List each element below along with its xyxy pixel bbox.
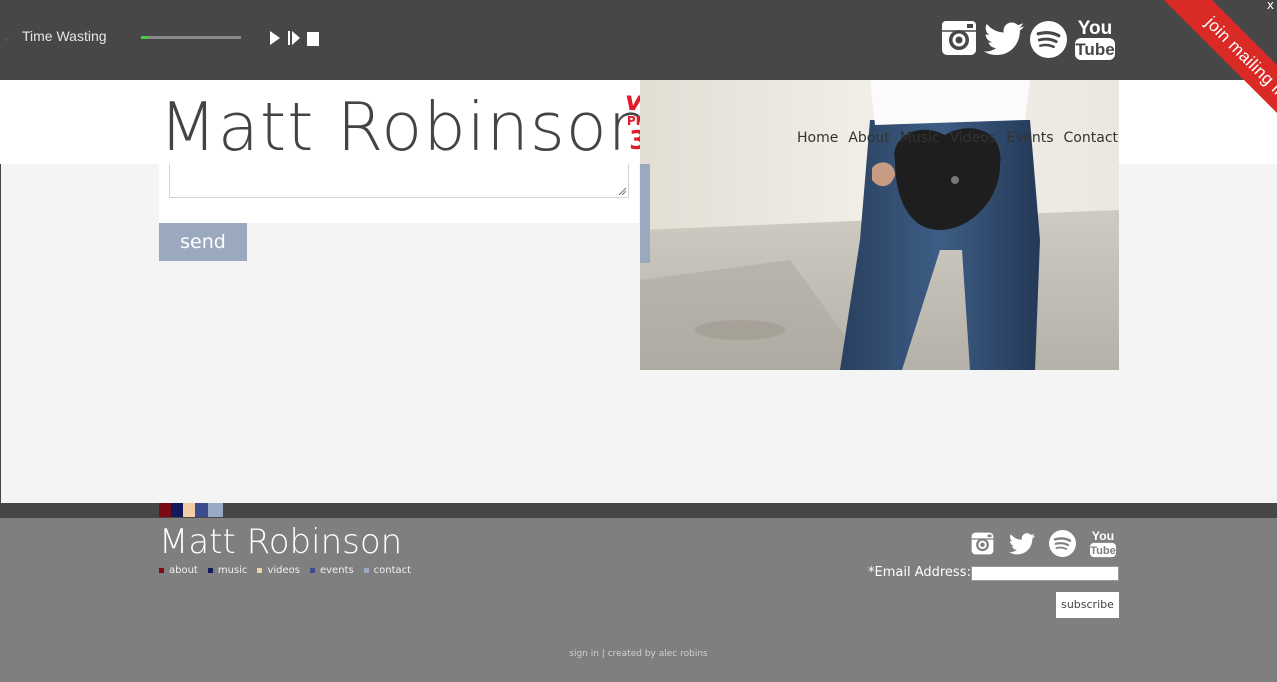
color-swatch — [159, 503, 171, 517]
youtube-tube-text: Tube — [1075, 40, 1114, 59]
track-progress[interactable] — [141, 36, 241, 39]
bullet-icon — [257, 568, 263, 573]
instagram-icon[interactable] — [941, 20, 977, 60]
nav-videos[interactable]: Videos — [950, 130, 997, 146]
youtube-icon[interactable]: You Tube — [1090, 528, 1116, 563]
youtube-tube-text: Tube — [1090, 545, 1116, 557]
track-title: Time Wasting — [22, 28, 107, 44]
send-button[interactable]: send — [159, 223, 247, 261]
youtube-you-text: You — [1078, 18, 1112, 39]
color-swatch — [208, 503, 223, 517]
page-left-edge — [0, 164, 1, 503]
nav-contact[interactable]: Contact — [1064, 130, 1118, 146]
play-icon[interactable] — [270, 30, 280, 49]
resize-handle-icon[interactable] — [618, 187, 626, 195]
player-bar: ⌄ Time Wasting You Tube — [0, 0, 1277, 80]
color-swatch — [171, 503, 183, 517]
email-label: *Email Address: — [868, 565, 971, 580]
footer-link-about[interactable]: about — [159, 565, 198, 576]
bullet-icon — [363, 568, 369, 573]
nav-music[interactable]: Music — [900, 130, 940, 146]
nav-events[interactable]: Events — [1006, 130, 1053, 146]
nav-about[interactable]: About — [848, 130, 889, 146]
accent-strip — [640, 164, 650, 263]
footer-link-music[interactable]: music — [207, 565, 247, 576]
twitter-icon[interactable] — [984, 22, 1024, 60]
message-textarea[interactable] — [169, 164, 629, 198]
mailing-list-corner: join mailing list — [1127, 0, 1277, 150]
skip-next-icon[interactable] — [288, 30, 300, 49]
main-nav: Home About Music Videos Events Contact — [797, 130, 1118, 146]
instagram-icon[interactable] — [971, 532, 994, 559]
footer-credit[interactable]: sign in | created by alec robins — [0, 649, 1277, 659]
bullet-icon — [309, 568, 315, 573]
hero-photo — [640, 80, 1119, 370]
spotify-icon[interactable] — [1049, 530, 1076, 561]
site-title[interactable]: Matt Robinson — [159, 88, 651, 166]
contact-form — [159, 164, 639, 223]
footer-link-contact[interactable]: contact — [363, 565, 411, 576]
close-ribbon-button[interactable]: x — [1267, 0, 1274, 12]
stop-icon[interactable] — [307, 31, 319, 50]
color-swatch — [195, 503, 208, 517]
youtube-you-text: You — [1092, 529, 1114, 543]
footer-nav: about music videos events contact — [159, 565, 411, 576]
footer-title[interactable]: Matt Robinson — [159, 522, 402, 562]
color-swatch — [183, 503, 195, 517]
chevron-down-icon[interactable]: ⌄ — [2, 31, 11, 44]
twitter-icon[interactable] — [1009, 533, 1035, 559]
bullet-icon — [159, 568, 164, 573]
site-footer: Matt Robinson about music videos events … — [0, 518, 1277, 682]
nav-home[interactable]: Home — [797, 130, 838, 146]
bullet-icon — [207, 568, 213, 573]
spotify-icon[interactable] — [1030, 21, 1067, 62]
join-mailing-list-ribbon[interactable]: join mailing list — [1145, 0, 1277, 150]
footer-link-events[interactable]: events — [309, 565, 354, 576]
email-field[interactable] — [971, 566, 1119, 581]
youtube-icon[interactable]: You Tube — [1075, 16, 1115, 66]
subscribe-button[interactable]: subscribe — [1056, 592, 1119, 618]
track-progress-fill — [141, 36, 148, 39]
footer-link-videos[interactable]: videos — [257, 565, 300, 576]
